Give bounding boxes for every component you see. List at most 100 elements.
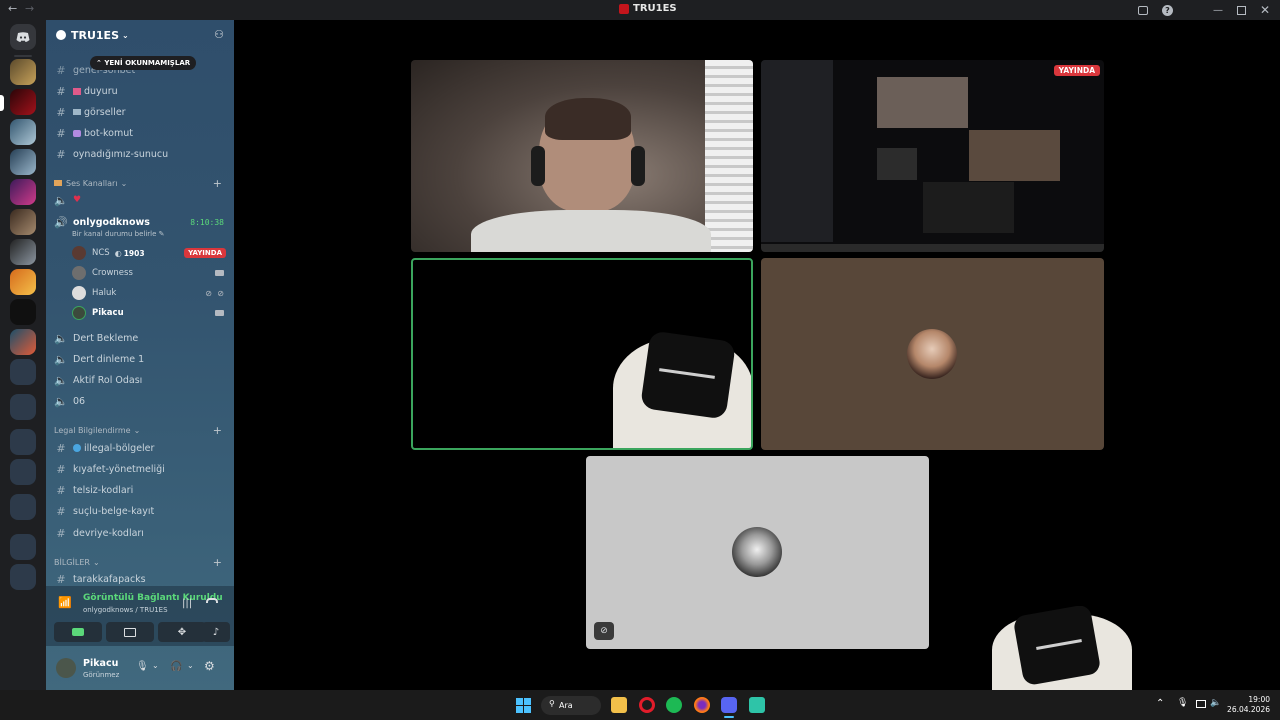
volume-icon[interactable]: 🔈 xyxy=(1210,698,1221,708)
headphones-shape xyxy=(631,146,645,186)
clock[interactable]: 19:00 26.04.2026 xyxy=(1226,695,1270,715)
server-boost-icon xyxy=(56,30,66,40)
forward-arrow-icon[interactable]: → xyxy=(25,2,34,15)
camera-button[interactable] xyxy=(54,622,102,642)
chevron-down-icon: ⌄ xyxy=(122,30,129,40)
camera-off-button[interactable]: ⊘ xyxy=(594,622,614,640)
video-tile-self-camera[interactable] xyxy=(411,258,753,450)
server-icon[interactable] xyxy=(10,179,36,205)
server-folder-icon[interactable] xyxy=(10,494,36,520)
minimize-icon[interactable]: — xyxy=(1213,5,1223,16)
screen-share-button[interactable] xyxy=(106,622,154,642)
server-folder-icon[interactable] xyxy=(10,564,36,590)
server-folder-icon[interactable] xyxy=(10,459,36,485)
server-logo-icon xyxy=(619,3,629,14)
add-channel-icon[interactable]: + xyxy=(213,556,222,569)
server-icon[interactable] xyxy=(10,59,36,85)
channel-item[interactable]: # görseller xyxy=(54,102,226,122)
chevron-down-icon[interactable]: ⌄ xyxy=(152,661,159,670)
video-tile-avatar[interactable]: ⊘ xyxy=(586,456,929,649)
discord-home-icon[interactable] xyxy=(10,24,36,50)
voice-channel-item[interactable]: 🔈 Dert Bekleme xyxy=(54,328,226,348)
server-icon[interactable] xyxy=(10,269,36,295)
server-icon[interactable] xyxy=(10,299,36,325)
avatar[interactable] xyxy=(56,658,76,678)
voice-channel-item[interactable]: 🔈 Aktif Rol Odası xyxy=(54,370,226,390)
channel-item[interactable]: # suçlu-belge-kayıt xyxy=(54,501,226,521)
channel-status-prompt[interactable]: Bir kanal durumu belirle ✎ xyxy=(72,230,165,238)
channel-item[interactable]: # devriye-kodları xyxy=(54,523,226,543)
heart-icon: ♥ xyxy=(73,195,82,205)
noise-suppression-icon[interactable]: ||| xyxy=(182,598,192,609)
firefox-icon[interactable] xyxy=(694,697,710,713)
server-icon-active[interactable] xyxy=(10,89,36,115)
voice-channel-active[interactable]: 🔊 onlygodknows 8:10:38 xyxy=(54,212,226,232)
category-info[interactable]: BİLGİLER ⌄ + xyxy=(54,555,226,569)
help-icon[interactable]: ? xyxy=(1161,4,1173,16)
activities-button[interactable]: ✥ xyxy=(158,622,206,642)
add-channel-icon[interactable]: + xyxy=(213,424,222,437)
maximize-icon[interactable] xyxy=(1236,5,1246,15)
live-badge: YAYINDA xyxy=(1053,65,1100,76)
self-preview[interactable] xyxy=(992,606,1132,690)
camera-icon xyxy=(215,270,224,276)
user-panel: Pikacu Görünmez 🎙 ⌄ 🎧 ⌄ ⚙ xyxy=(46,650,234,690)
category-voice[interactable]: Ses Kanalları ⌄ + xyxy=(54,176,226,190)
voice-channel-item[interactable]: 🔈 06 xyxy=(54,391,226,411)
channel-item[interactable]: # oynadığımız-sunucu xyxy=(54,144,226,164)
gear-icon[interactable]: ⚙ xyxy=(204,659,215,673)
headphones-icon[interactable]: 🎧 xyxy=(170,661,182,672)
video-tile-webcam[interactable] xyxy=(411,60,753,252)
channel-sidebar: TRU1ES ⌄ ⚇ ⌃ YENİ OKUNMAMIŞLAR # genel-so… xyxy=(46,20,234,690)
voice-user[interactable]: Haluk ⊘ ⊘ xyxy=(72,284,226,302)
voice-channel-item[interactable]: 🔈 Dert dinleme 1 xyxy=(54,349,226,369)
invite-people-icon[interactable]: ⚇ xyxy=(214,28,224,41)
disconnect-icon[interactable] xyxy=(206,598,218,603)
channel-item[interactable]: # illegal-bölgeler xyxy=(54,438,226,458)
stream-tile-preview xyxy=(923,182,1014,233)
microphone-icon[interactable]: 🎙 xyxy=(1177,698,1188,708)
inbox-icon[interactable] xyxy=(1137,5,1148,15)
server-icon[interactable] xyxy=(10,149,36,175)
server-header[interactable]: TRU1ES ⌄ ⚇ xyxy=(46,20,234,50)
voice-user[interactable]: Crowness xyxy=(72,264,226,282)
chevron-up-icon[interactable]: ⌃ xyxy=(1156,698,1164,709)
video-tile-avatar[interactable] xyxy=(761,258,1104,450)
server-folder-icon[interactable] xyxy=(10,394,36,420)
voice-channel-item[interactable]: 🔈 ♥ xyxy=(54,190,226,210)
microphone-icon[interactable]: 🎙 xyxy=(136,661,149,672)
opera-icon[interactable] xyxy=(639,697,655,713)
headphones-shape xyxy=(531,146,545,186)
server-folder-icon[interactable] xyxy=(10,534,36,560)
server-folder-icon[interactable] xyxy=(10,359,36,385)
server-icon[interactable] xyxy=(10,119,36,145)
display-icon[interactable] xyxy=(1196,700,1206,708)
channel-item[interactable]: # telsiz-kodlari xyxy=(54,480,226,500)
discord-taskbar-icon[interactable] xyxy=(721,697,737,713)
chevron-down-icon[interactable]: ⌄ xyxy=(187,661,194,670)
add-channel-icon[interactable]: + xyxy=(213,177,222,190)
taskbar-search[interactable]: ⚲ Ara xyxy=(541,696,601,715)
soundboard-button[interactable]: ♪ xyxy=(202,622,230,642)
back-arrow-icon[interactable]: ← xyxy=(8,2,17,15)
speaker-icon: 🔈 xyxy=(54,193,68,207)
channel-item[interactable]: # kıyafet-yönetmeliği xyxy=(54,459,226,479)
channel-item[interactable]: # bot-komut xyxy=(54,123,226,143)
close-icon[interactable]: ✕ xyxy=(1260,3,1270,17)
windows-start-icon[interactable] xyxy=(516,698,531,713)
hash-icon: # xyxy=(56,504,66,518)
voice-user[interactable]: NCS ◐ 1903 YAYINDA xyxy=(72,244,226,262)
server-folder-icon[interactable] xyxy=(10,429,36,455)
unread-jump-pill[interactable]: ⌃ YENİ OKUNMAMIŞLAR xyxy=(90,56,197,70)
hair xyxy=(545,98,631,140)
file-explorer-icon[interactable] xyxy=(611,697,627,713)
spotify-icon[interactable] xyxy=(666,697,682,713)
app-icon[interactable] xyxy=(749,697,765,713)
voice-user-self[interactable]: Pikacu xyxy=(72,304,226,322)
server-icon[interactable] xyxy=(10,239,36,265)
channel-item[interactable]: # duyuru xyxy=(54,81,226,101)
category-legal[interactable]: Legal Bilgilendirme ⌄ + xyxy=(54,423,226,437)
server-icon[interactable] xyxy=(10,329,36,355)
video-tile-stream[interactable]: YAYINDA xyxy=(761,60,1104,252)
server-icon[interactable] xyxy=(10,209,36,235)
